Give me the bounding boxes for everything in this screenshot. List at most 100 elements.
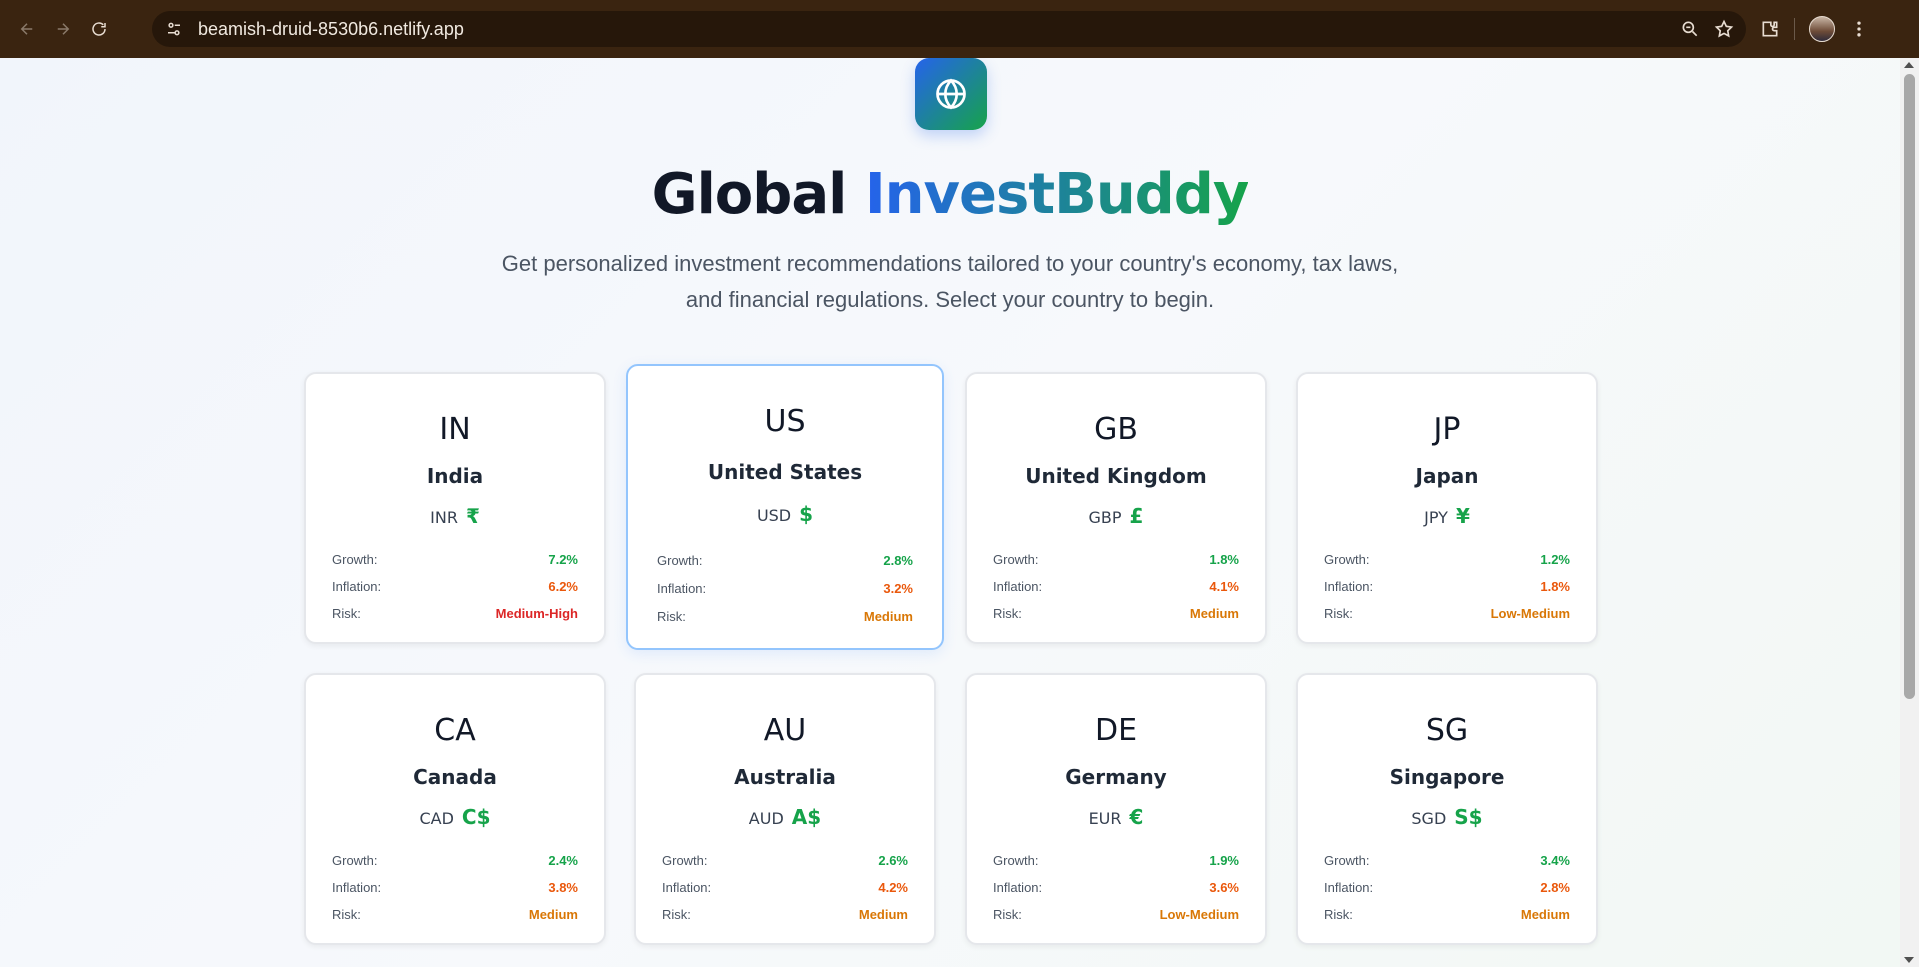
country-name: Singapore: [1389, 765, 1505, 789]
growth-label: Growth:: [1324, 552, 1370, 567]
back-button[interactable]: [9, 11, 45, 47]
currency-symbol: £: [1129, 504, 1144, 528]
currency-info: EUR €: [967, 805, 1265, 829]
risk-value: Low-Medium: [1159, 907, 1239, 922]
more-vert-icon[interactable]: [1849, 19, 1869, 39]
risk-label: Risk:: [332, 907, 361, 922]
title-brand: InvestBuddy: [864, 162, 1250, 227]
risk-label: Risk:: [993, 907, 1022, 922]
currency-info: INR ₹: [306, 504, 604, 528]
country-stats: Growth: 2.8% Inflation: 3.2% Risk: Medium: [657, 546, 913, 630]
reload-button[interactable]: [81, 11, 117, 47]
inflation-value: 2.8%: [1540, 880, 1570, 895]
currency-symbol: C$: [461, 805, 491, 829]
currency-code: JPY: [1424, 508, 1448, 527]
growth-label: Growth:: [657, 552, 703, 568]
inflation-value: 4.1%: [1209, 579, 1239, 594]
scroll-down-icon[interactable]: [1904, 957, 1914, 963]
currency-symbol: $: [799, 502, 814, 526]
profile-avatar[interactable]: [1809, 16, 1835, 42]
currency-symbol: ¥: [1455, 504, 1470, 528]
risk-value: Medium: [1520, 907, 1570, 922]
growth-value: 7.2%: [548, 552, 578, 567]
country-code: DE: [1094, 713, 1138, 748]
app-logo: [915, 58, 987, 130]
currency-code: EUR: [1088, 809, 1122, 828]
country-name: United Kingdom: [1025, 464, 1207, 488]
arrow-left-icon: [20, 23, 33, 35]
reload-icon: [92, 22, 106, 36]
risk-value: Medium: [1189, 606, 1239, 621]
currency-code: CAD: [419, 809, 454, 828]
country-card-japan[interactable]: JP Japan JPY ¥ Growth: 1.2% Inflation: 1.8%…: [1296, 372, 1598, 644]
currency-code: USD: [756, 506, 792, 525]
country-card-singapore[interactable]: SG Singapore SGD S$ Growth: 3.4% Inflation…: [1296, 673, 1598, 945]
risk-value: Medium: [858, 907, 908, 922]
country-stats: Growth: 1.8% Inflation: 4.1% Risk: Medium: [993, 546, 1239, 627]
country-card-canada[interactable]: CA Canada CAD C$ Growth: 2.4% Inflation: 3.…: [304, 673, 606, 945]
currency-info: AUD A$: [636, 805, 934, 829]
page-scrollbar[interactable]: [1900, 58, 1919, 967]
tune-icon: [168, 22, 180, 36]
address-bar[interactable]: beamish-druid-8530b6.netlify.app: [152, 11, 1746, 47]
growth-value: 1.9%: [1209, 853, 1239, 868]
inflation-label: Inflation:: [332, 880, 382, 895]
country-card-australia[interactable]: AU Australia AUD A$ Growth: 2.6% Inflation…: [634, 673, 936, 945]
growth-label: Growth:: [332, 853, 378, 868]
growth-value: 1.2%: [1540, 552, 1570, 567]
page-subtitle: Get personalized investment recommendati…: [501, 251, 1399, 312]
country-name: Germany: [1065, 765, 1167, 789]
forward-button[interactable]: [45, 11, 81, 47]
inflation-value: 6.2%: [548, 579, 578, 594]
country-name: Australia: [734, 765, 836, 789]
risk-label: Risk:: [332, 606, 361, 621]
country-stats: Growth: 2.6% Inflation: 4.2% Risk: Medium: [662, 847, 908, 928]
country-code: JP: [1433, 412, 1461, 447]
risk-value: Medium: [528, 907, 578, 922]
inflation-value: 3.8%: [548, 880, 578, 895]
country-code: IN: [439, 412, 471, 447]
zoom-icon[interactable]: [1680, 19, 1700, 39]
currency-symbol: A$: [791, 805, 822, 829]
currency-symbol: €: [1129, 805, 1144, 829]
country-name: India: [426, 464, 484, 488]
risk-label: Risk:: [993, 606, 1022, 621]
country-card-united-kingdom[interactable]: GB United Kingdom GBP £ Growth: 1.8% Infla…: [965, 372, 1267, 644]
currency-info: CAD C$: [306, 805, 604, 829]
currency-code: INR: [430, 508, 458, 527]
inflation-label: Inflation:: [993, 579, 1043, 594]
country-stats: Growth: 2.4% Inflation: 3.8% Risk: Medium: [332, 847, 578, 928]
url-text[interactable]: beamish-druid-8530b6.netlify.app: [198, 19, 464, 40]
country-name: United States: [707, 460, 863, 484]
page-content: Global InvestBuddy Get personalized inve…: [0, 58, 1900, 967]
scrollbar-thumb[interactable]: [1904, 74, 1915, 699]
risk-value: Medium: [863, 608, 913, 624]
country-card-united-states[interactable]: US United States USD $ Growth: 2.8% Inflat…: [626, 364, 944, 650]
inflation-label: Inflation:: [332, 579, 382, 594]
toolbar-divider: [1794, 18, 1795, 40]
inflation-label: Inflation:: [1324, 579, 1374, 594]
extensions-icon[interactable]: [1760, 19, 1780, 39]
country-stats: Growth: 1.9% Inflation: 3.6% Risk: Low-Medi…: [993, 847, 1239, 928]
country-stats: Growth: 7.2% Inflation: 6.2% Risk: Medium-H…: [332, 546, 578, 627]
growth-label: Growth:: [993, 552, 1039, 567]
inflation-label: Inflation:: [657, 580, 707, 596]
country-card-india[interactable]: IN India INR ₹ Growth: 7.2% Inflation: 6.2%…: [304, 372, 606, 644]
country-code: AU: [763, 713, 807, 748]
star-icon[interactable]: [1714, 19, 1734, 39]
browser-toolbar: beamish-druid-8530b6.netlify.app: [0, 0, 1919, 58]
inflation-label: Inflation:: [662, 880, 712, 895]
growth-value: 1.8%: [1209, 552, 1239, 567]
country-card-germany[interactable]: DE Germany EUR € Growth: 1.9% Inflation: 3.…: [965, 673, 1267, 945]
country-code: SG: [1425, 713, 1469, 748]
country-code: GB: [1094, 412, 1138, 447]
currency-code: AUD: [748, 809, 784, 828]
title-global: Global: [651, 162, 848, 227]
scroll-up-icon[interactable]: [1904, 62, 1914, 68]
growth-value: 2.8%: [883, 552, 913, 568]
risk-value: Low-Medium: [1490, 606, 1570, 621]
currency-code: GBP: [1088, 508, 1122, 527]
site-info-button[interactable]: [156, 11, 192, 47]
country-name: Canada: [413, 765, 497, 789]
arrow-right-icon: [57, 23, 70, 35]
